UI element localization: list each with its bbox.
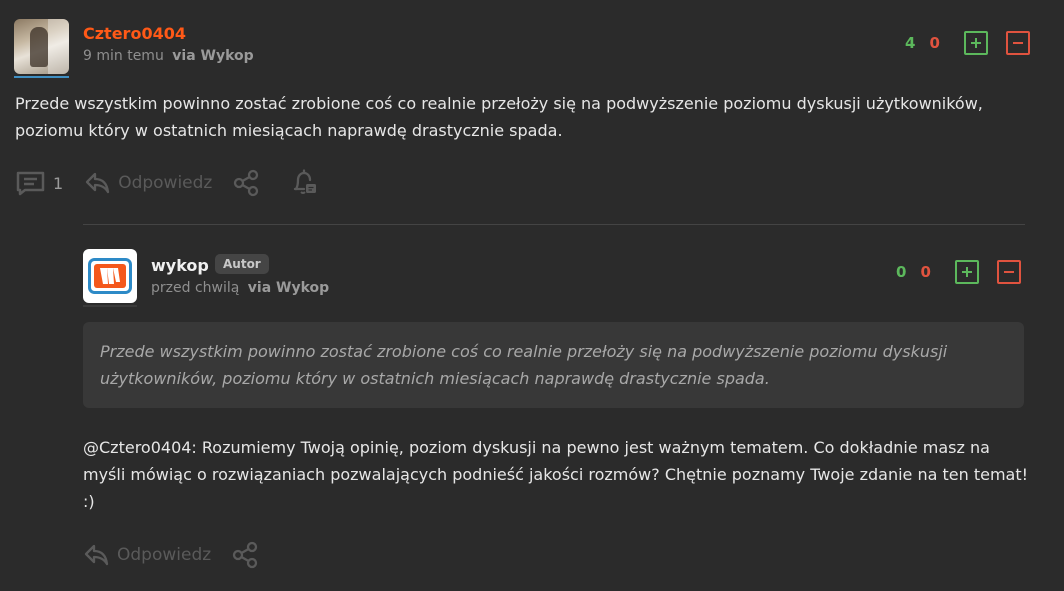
comment-body: Przede wszystkim powinno zostać zrobione… [15,94,983,140]
share-button[interactable] [232,169,260,197]
comments-icon [16,171,45,196]
reply-button[interactable]: Odpowiedz [83,542,211,568]
reply-actions: Odpowiedz [83,541,259,569]
comments-button[interactable]: 1 [15,170,63,196]
reply-username[interactable]: wykop [151,256,209,275]
reply-time[interactable]: przed chwilą [151,280,239,296]
share-icon [233,541,258,569]
notification-bell-icon [294,169,317,194]
avatar-status-bar [83,305,137,307]
reply-button[interactable]: Odpowiedz [84,170,212,196]
notification-button[interactable] [290,169,318,197]
share-icon [234,169,259,197]
reply-meta: przed chwilą via Wykop [151,280,329,296]
comment-via: via Wykop [172,48,254,64]
reply-text: : Rozumiemy Twoją opinię, poziom dyskusj… [83,438,1029,511]
comment-actions: 1 Odpowiedz [15,169,318,197]
reply-body: @Cztero0404: Rozumiemy Twoją opinię, poz… [83,434,1033,515]
reply-icon [84,544,109,566]
quoted-comment: Przede wszystkim powinno zostać zrobione… [83,322,1024,408]
votes-minus-count: 0 [920,263,931,281]
reply-label: Odpowiedz [118,173,213,193]
plus-vote-icon[interactable] [963,31,988,55]
share-button[interactable] [231,541,259,569]
comment-votes: 4 0 [905,31,1030,55]
user-mention-link[interactable]: @Cztero0404 [83,438,191,457]
votes-plus-count: 4 [905,34,916,52]
author-badge: Autor [215,254,269,274]
avatar-status-bar [14,76,69,78]
wykop-avatar[interactable] [83,249,137,303]
minus-vote-icon[interactable] [1005,31,1030,55]
comment-time[interactable]: 9 min temu [83,48,164,64]
comment-username[interactable]: Cztero0404 [83,24,186,43]
divider [83,224,1025,225]
reply-via: via Wykop [247,280,330,296]
reply-icon [86,172,110,194]
minus-vote-icon[interactable] [996,260,1021,284]
reply-votes: 0 0 [896,260,1021,284]
votes-minus-count: 0 [929,34,940,52]
comments-count: 1 [53,173,64,193]
user-avatar[interactable] [14,19,69,74]
wykop-logo [88,258,132,294]
plus-vote-icon[interactable] [954,260,979,284]
reply-label: Odpowiedz [117,545,212,565]
comment-meta: 9 min temu via Wykop [83,48,254,64]
votes-plus-count: 0 [896,263,907,281]
